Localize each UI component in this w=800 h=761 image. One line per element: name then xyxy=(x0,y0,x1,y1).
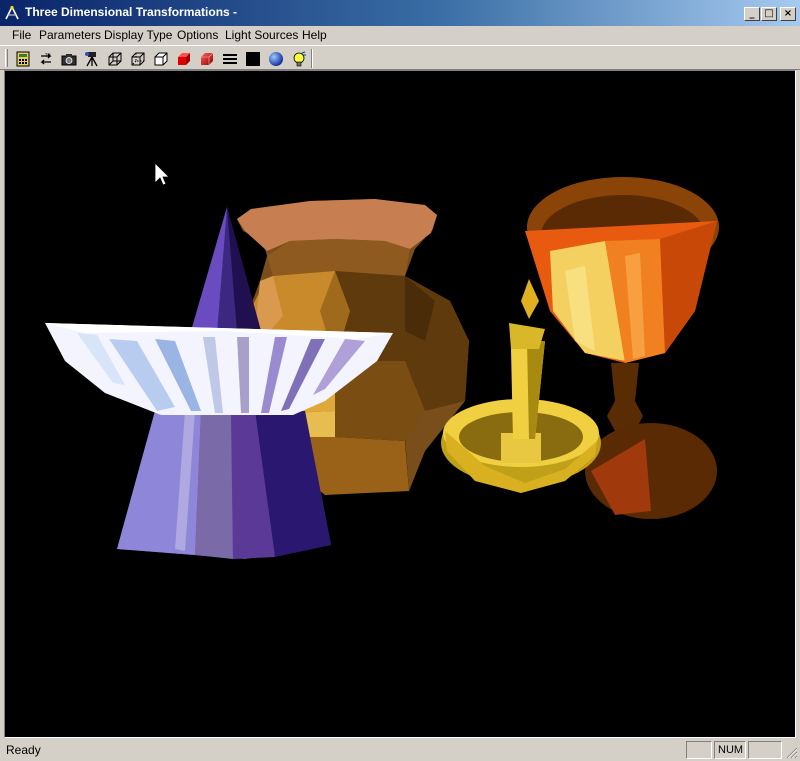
outline-cube-button[interactable] xyxy=(150,49,172,68)
tripod-icon xyxy=(85,51,98,66)
line-style-icon xyxy=(223,53,237,64)
close-button[interactable]: × xyxy=(780,7,796,21)
gouraud-shaded-cube-button[interactable] xyxy=(196,49,218,68)
light-bulb-button[interactable] xyxy=(288,49,310,68)
num-lock-indicator: NUM xyxy=(718,744,744,756)
gouraud-shaded-cube-icon xyxy=(201,52,214,65)
status-bar: Ready NUM xyxy=(0,739,800,761)
sphere-button[interactable] xyxy=(265,49,287,68)
render-viewport[interactable] xyxy=(4,70,796,738)
hidden-line-cube-icon xyxy=(131,52,145,65)
svg-text:TD: TD xyxy=(44,53,51,58)
minimize-button[interactable]: _ xyxy=(744,7,760,21)
menu-help[interactable]: Help xyxy=(298,27,331,44)
scene-canvas[interactable] xyxy=(5,71,795,737)
light-bulb-icon xyxy=(293,51,306,66)
status-pane-scroll xyxy=(748,741,782,759)
menu-file[interactable]: File xyxy=(8,27,35,44)
maximize-button[interactable]: □ xyxy=(761,7,777,21)
calculator-button[interactable] xyxy=(12,49,34,68)
calculator-icon xyxy=(16,51,30,66)
minimize-icon: _ xyxy=(749,8,755,19)
status-pane-caps xyxy=(686,741,712,759)
menu-options[interactable]: Options xyxy=(173,27,222,44)
refresh-button[interactable]: TD xyxy=(35,49,57,68)
compass-icon[interactable] xyxy=(4,5,20,21)
refresh-icon: TD xyxy=(40,53,52,64)
resize-grip-icon[interactable] xyxy=(786,747,798,759)
line-style-button[interactable] xyxy=(219,49,241,68)
camera-icon xyxy=(61,53,77,65)
application-window: Three Dimensional Transformations - _ □ … xyxy=(0,0,800,761)
maximize-icon: □ xyxy=(764,8,774,19)
sphere-icon xyxy=(269,51,283,66)
background-color-button[interactable] xyxy=(242,49,264,68)
menu-light-sources[interactable]: Light Sources xyxy=(221,27,302,44)
menu-bar: File Parameters Display Type Options Lig… xyxy=(0,26,800,45)
title-bar[interactable]: Three Dimensional Transformations - _ □ … xyxy=(0,0,800,26)
hidden-line-cube-button[interactable] xyxy=(127,49,149,68)
background-color-icon xyxy=(246,51,260,66)
status-pane-num: NUM xyxy=(714,741,746,759)
tripod-button[interactable] xyxy=(81,49,103,68)
menu-parameters[interactable]: Parameters xyxy=(35,27,105,44)
toolbar: TD xyxy=(0,45,800,70)
close-icon: × xyxy=(783,8,793,19)
wireframe-cube-button[interactable] xyxy=(104,49,126,68)
flat-shaded-cube-button[interactable] xyxy=(173,49,195,68)
mouse-pointer-icon xyxy=(154,162,170,186)
flat-shaded-cube-icon xyxy=(178,52,190,65)
toolbar-separator xyxy=(311,49,313,68)
toolbar-grip[interactable] xyxy=(5,49,8,67)
outline-cube-icon xyxy=(154,52,168,65)
wireframe-cube-icon xyxy=(108,52,122,65)
window-title: Three Dimensional Transformations - xyxy=(25,5,238,19)
status-text: Ready xyxy=(6,743,41,757)
menu-display-type[interactable]: Display Type xyxy=(100,27,176,44)
camera-button[interactable] xyxy=(58,49,80,68)
